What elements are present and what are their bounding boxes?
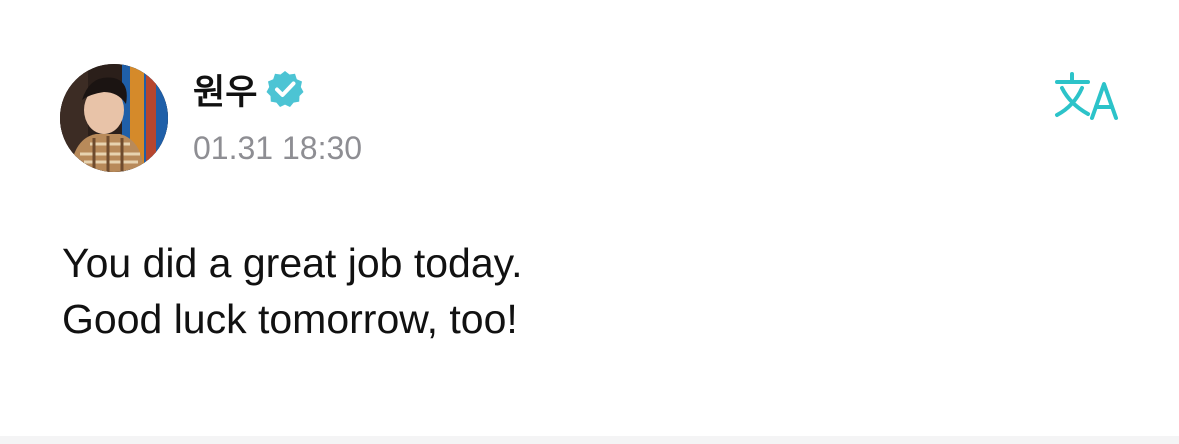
divider [0,436,1179,444]
post-body-line: Good luck tomorrow, too! [62,296,518,342]
post-timestamp: 01.31 18:30 [193,130,363,166]
post-body-line: You did a great job today. [62,240,523,286]
translate-icon [1055,72,1118,120]
author-name[interactable]: 원우 [193,64,257,115]
author-name-row: 원우 [193,64,305,115]
post-body: You did a great job today. Good luck tom… [62,235,1122,347]
avatar[interactable] [60,64,168,172]
verified-badge-icon [265,69,305,109]
translate-button[interactable] [1052,68,1124,128]
avatar-image [60,64,168,172]
post-card: 원우 01.31 18:30 You did a great job today… [0,0,1179,436]
